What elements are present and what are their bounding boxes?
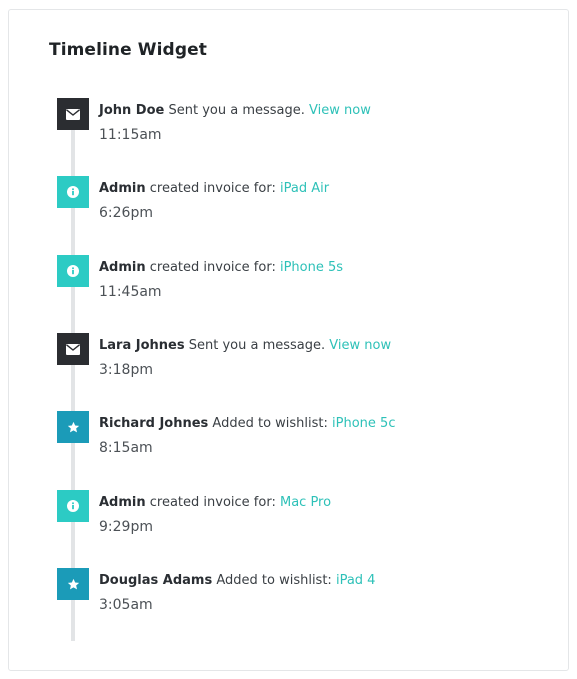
view-now-link[interactable]: View now [309, 103, 371, 118]
product-link[interactable]: Mac Pro [280, 495, 331, 510]
timeline-item: Lara Johnes Sent you a message. View now… [57, 333, 537, 393]
timeline: John Doe Sent you a message. View now 11… [9, 10, 568, 670]
timeline-actor: Lara Johnes [99, 338, 185, 353]
timeline-item: Admin created invoice for: Mac Pro 9:29p… [57, 490, 537, 550]
info-icon [57, 176, 89, 208]
timeline-action: Sent you a message. [168, 103, 305, 118]
timeline-time: 11:15am [99, 127, 162, 143]
product-link[interactable]: iPhone 5c [332, 416, 395, 431]
timeline-action: created invoice for: [149, 260, 276, 275]
timeline-action: created invoice for: [149, 495, 276, 510]
envelope-icon [57, 98, 89, 130]
timeline-item: Admin created invoice for: iPad Air 6:26… [57, 176, 537, 236]
timeline-time: 3:05am [99, 597, 153, 613]
timeline-action: Sent you a message. [188, 338, 326, 353]
product-link[interactable]: iPad Air [280, 181, 329, 196]
timeline-item-text: Lara Johnes Sent you a message. View now [99, 337, 391, 354]
timeline-item-text: John Doe Sent you a message. View now [99, 102, 371, 119]
info-icon [57, 490, 89, 522]
product-link[interactable]: iPhone 5s [280, 260, 343, 275]
timeline-time: 8:15am [99, 440, 153, 456]
timeline-time: 11:45am [99, 284, 162, 300]
timeline-actor: Admin [99, 260, 146, 275]
timeline-actor: Douglas Adams [99, 573, 213, 588]
timeline-actor: Richard Johnes [99, 416, 209, 431]
timeline-item: John Doe Sent you a message. View now 11… [57, 98, 537, 158]
info-icon [57, 255, 89, 287]
timeline-time: 3:18pm [99, 362, 153, 378]
star-icon [57, 568, 89, 600]
timeline-item: Admin created invoice for: iPhone 5s 11:… [57, 255, 537, 315]
timeline-item-text: Richard Johnes Added to wishlist: iPhone… [99, 415, 395, 432]
timeline-item-text: Admin created invoice for: Mac Pro [99, 494, 331, 511]
timeline-item-text: Douglas Adams Added to wishlist: iPad 4 [99, 572, 375, 589]
timeline-action: Added to wishlist: [216, 573, 332, 588]
view-now-link[interactable]: View now [329, 338, 391, 353]
timeline-item-text: Admin created invoice for: iPad Air [99, 180, 329, 197]
timeline-item: Richard Johnes Added to wishlist: iPhone… [57, 411, 537, 471]
timeline-action: Added to wishlist: [212, 416, 328, 431]
timeline-time: 9:29pm [99, 519, 153, 535]
star-icon [57, 411, 89, 443]
timeline-actor: Admin [99, 181, 146, 196]
timeline-widget-card: Timeline Widget John Doe Sent you a mess… [8, 9, 569, 671]
timeline-time: 6:26pm [99, 205, 153, 221]
envelope-icon [57, 333, 89, 365]
timeline-action: created invoice for: [149, 181, 276, 196]
timeline-actor: John Doe [99, 103, 165, 118]
timeline-item: Douglas Adams Added to wishlist: iPad 4 … [57, 568, 537, 628]
timeline-item-text: Admin created invoice for: iPhone 5s [99, 259, 343, 276]
timeline-actor: Admin [99, 495, 146, 510]
product-link[interactable]: iPad 4 [336, 573, 376, 588]
